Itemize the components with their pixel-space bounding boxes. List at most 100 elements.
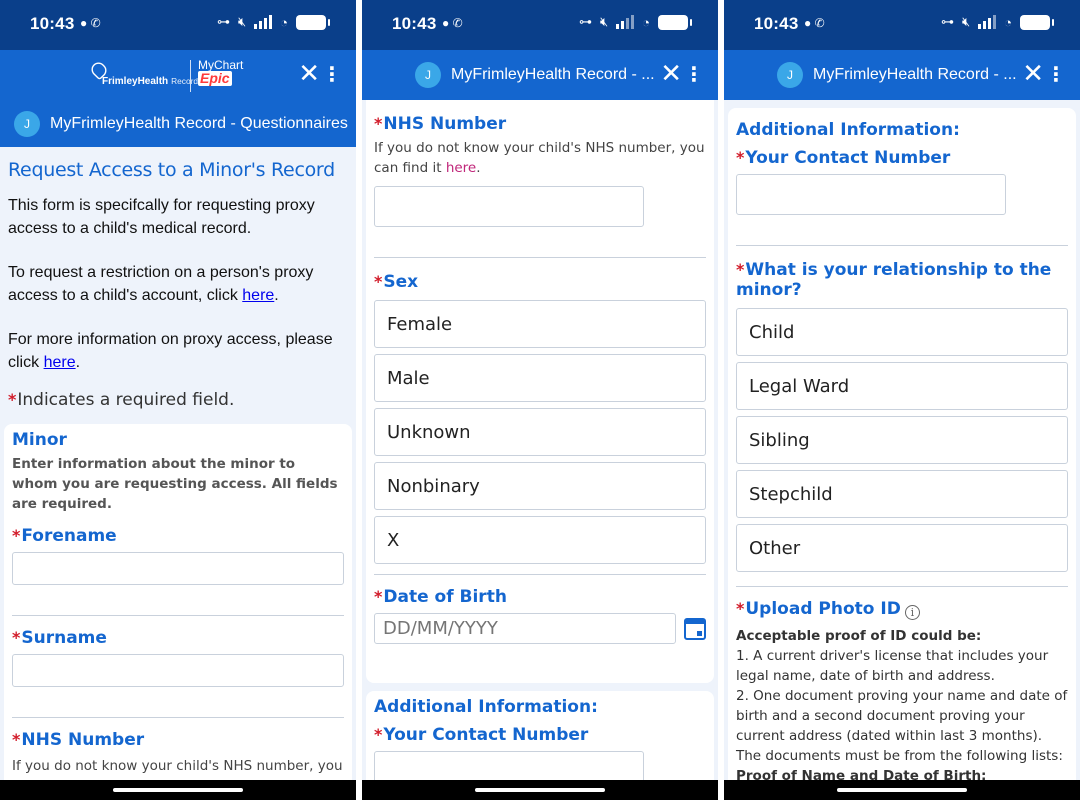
upload-photo-id-label: *Upload Photo ID i [736, 599, 1068, 620]
upload-help-item: Proof of Name and Date of Birth: [736, 768, 987, 780]
sex-option[interactable]: Female [374, 300, 706, 348]
contact-number-input[interactable] [736, 174, 1006, 215]
sex-options: Female Male Unknown Nonbinary X [374, 300, 706, 564]
contact-number-input[interactable] [374, 751, 644, 780]
nhs-number-label: *NHS Number [12, 730, 145, 750]
sex-option[interactable]: Unknown [374, 408, 706, 456]
home-indicator[interactable] [113, 788, 243, 792]
calendar-icon[interactable] [684, 617, 706, 640]
avatar: J [14, 110, 40, 137]
info-icon[interactable]: i [904, 605, 920, 620]
three-phone-screenshots: 10:43 ● ✆ ⊶ 🔇︎ ◔ FrimleyHealth Record MyC… [0, 0, 1080, 800]
forename-input[interactable] [12, 552, 344, 585]
upload-help-text: Acceptable proof of ID could be: 1. A cu… [736, 626, 1068, 780]
divider [374, 574, 706, 575]
required-field-note: *Indicates a required field. [8, 390, 235, 410]
avatar: J [777, 62, 803, 88]
upload-help-item: 2. One document proving your name and da… [736, 688, 1068, 744]
divider [12, 615, 344, 616]
nhs-number-input[interactable] [374, 186, 644, 227]
battery-icon [1020, 14, 1054, 30]
forename-label: *Forename [12, 526, 117, 546]
mute-icon: 🔇︎ [599, 14, 609, 29]
minor-heading: Minor [12, 430, 67, 450]
system-icons: ⊶ 🔇︎ ◔ [579, 14, 692, 30]
brand-name: FrimleyHealth [102, 76, 169, 87]
relationship-label: *What is your relationship to the minor? [736, 260, 1052, 300]
wifi-icon: ◔ [280, 14, 288, 30]
system-icons: ⊶ 🔇︎ ◔ [940, 14, 1054, 30]
header-title: MyFrimleyHealth Record - Questionnaires [50, 114, 348, 132]
link-icon: ⊶ [940, 14, 954, 29]
status-bar: 10:43 ● ✆ ⊶ 🔇︎ ◔ [724, 0, 1080, 50]
divider [736, 245, 1068, 246]
signal-icon [254, 15, 273, 29]
logo-divider [190, 60, 191, 92]
link-icon: ⊶ [216, 14, 230, 29]
surname-input[interactable] [12, 654, 344, 687]
relationship-option[interactable]: Stepchild [736, 470, 1068, 518]
nhs-help-text: If you do not know your child's NHS numb… [12, 756, 344, 780]
status-bar: 10:43 ● ✆ ⊶ 🔇︎ ◔ [0, 0, 356, 50]
close-button[interactable]: ✕ [1022, 59, 1044, 89]
wifi-icon: ◔ [642, 14, 650, 30]
intro-paragraph: This form is specifcally for requesting … [8, 197, 315, 237]
gesture-bar [362, 780, 718, 800]
signal-icon [616, 15, 635, 29]
additional-info-heading: Additional Information: [736, 120, 960, 140]
notification-icons: ● ✆ [804, 16, 825, 30]
phone-screen-3: 10:43 ● ✆ ⊶ 🔇︎ ◔ J MyFrimleyHealth Recor… [724, 0, 1080, 800]
mychart-logo: MyChart Epic [198, 58, 243, 86]
additional-info-card: Additional Information: *Your Contact Nu… [366, 691, 714, 780]
more-options-button[interactable]: ⋮ [322, 61, 342, 87]
nhs-number-label: *NHS Number [374, 114, 507, 134]
dob-input[interactable] [374, 613, 677, 644]
divider [736, 586, 1068, 587]
nhs-help-link[interactable]: here [446, 160, 476, 176]
questionnaire-header: J MyFrimleyHealth Record - Questionnaire… [0, 100, 356, 147]
wifi-icon: ◔ [1004, 14, 1012, 30]
dob-row [374, 613, 706, 644]
minor-description: Enter information about the minor to who… [12, 456, 338, 512]
more-options-button[interactable]: ⋮ [1046, 61, 1066, 87]
mute-icon: 🔇︎ [237, 14, 247, 29]
form-scroll-area[interactable]: *NHS Number If you do not know your chil… [362, 100, 718, 780]
page-title: Request Access to a Minor's Record [8, 159, 335, 181]
sex-option[interactable]: X [374, 516, 706, 564]
battery-icon [658, 14, 692, 30]
home-indicator[interactable] [475, 788, 605, 792]
close-button[interactable]: ✕ [298, 59, 320, 89]
intro-section: Request Access to a Minor's Record This … [0, 147, 356, 410]
relationship-option[interactable]: Child [736, 308, 1068, 356]
minor-card: *NHS Number If you do not know your chil… [366, 100, 714, 683]
phone-screen-2: 10:43 ● ✆ ⊶ 🔇︎ ◔ J MyFrimleyHealth Recor… [362, 0, 718, 800]
restriction-link[interactable]: here [242, 287, 274, 304]
form-scroll-area[interactable]: Request Access to a Minor's Record This … [0, 147, 356, 780]
home-indicator[interactable] [837, 788, 967, 792]
battery-icon [296, 14, 330, 30]
contact-number-label: *Your Contact Number [374, 725, 589, 745]
form-scroll-area[interactable]: Additional Information: *Your Contact Nu… [724, 100, 1080, 780]
status-bar: 10:43 ● ✆ ⊶ 🔇︎ ◔ [362, 0, 718, 50]
gesture-bar [724, 780, 1080, 800]
restriction-paragraph: To request a restriction on a person's p… [8, 264, 314, 304]
notification-icons: ● ✆ [80, 16, 101, 30]
close-button[interactable]: ✕ [660, 59, 682, 89]
upload-help-heading: Acceptable proof of ID could be: [736, 628, 982, 644]
relationship-option[interactable]: Other [736, 524, 1068, 572]
app-bar: J MyFrimleyHealth Record - ... ✕ ⋮ [362, 50, 718, 100]
minor-card: Minor Enter information about the minor … [4, 424, 352, 780]
relationship-option[interactable]: Legal Ward [736, 362, 1068, 410]
relationship-option[interactable]: Sibling [736, 416, 1068, 464]
dob-label: *Date of Birth [374, 587, 507, 607]
sex-option[interactable]: Male [374, 354, 706, 402]
proxy-info-link[interactable]: here [44, 354, 76, 371]
nhs-help-text: If you do not know your child's NHS numb… [374, 140, 705, 176]
brand-sub: Record [171, 76, 198, 86]
additional-info-card: Additional Information: *Your Contact Nu… [728, 108, 1076, 780]
more-options-button[interactable]: ⋮ [684, 61, 704, 87]
app-bar: FrimleyHealth Record MyChart Epic ✕ ⋮ [0, 50, 356, 100]
avatar: J [415, 62, 441, 88]
sex-option[interactable]: Nonbinary [374, 462, 706, 510]
divider [12, 717, 344, 718]
